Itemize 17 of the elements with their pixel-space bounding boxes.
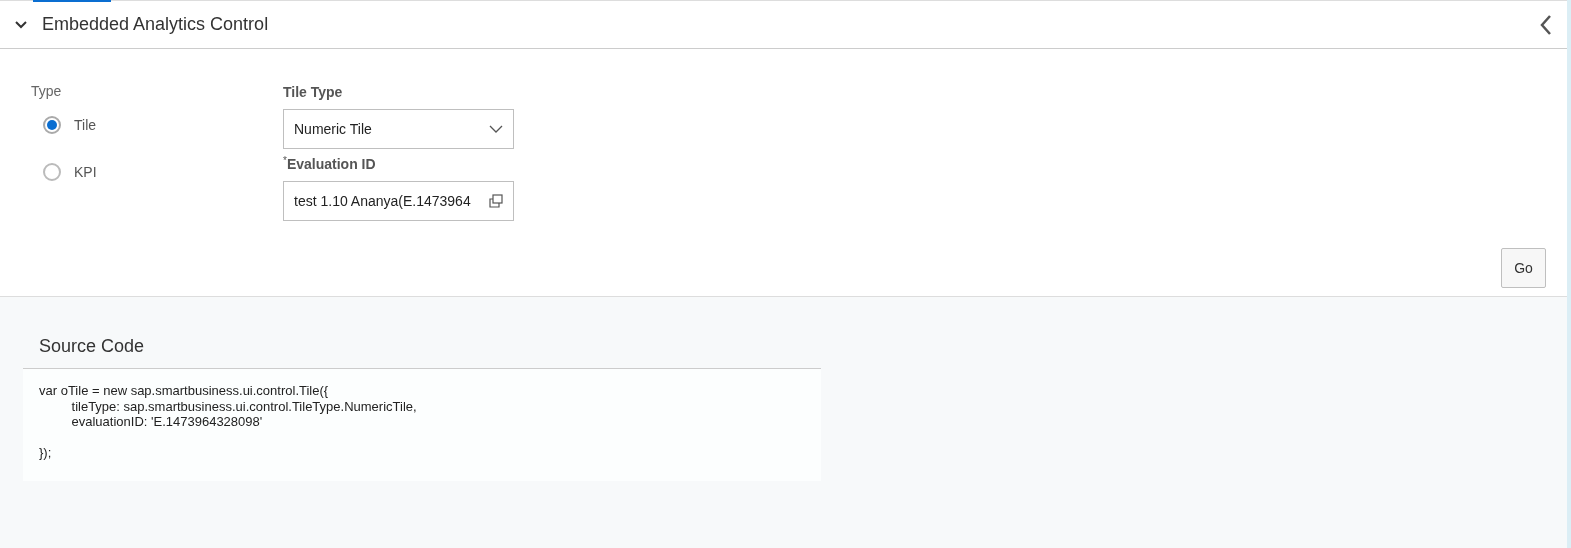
dropdown-icon[interactable] (489, 125, 503, 133)
go-button[interactable]: Go (1501, 248, 1546, 288)
back-icon[interactable] (1539, 13, 1553, 36)
evaluation-id-label: Evaluation ID (286, 156, 376, 172)
type-label: Type (31, 83, 63, 99)
source-code-text: var oTile = new sap.smartbusiness.ui.control.Tile({ tileType: sap.smartbusiness.ui.control.TileType.NumericTile, evaluationID: 'E.1473964328098' }); (38, 382, 418, 463)
tile-type-label: Tile Type (283, 84, 343, 100)
panel-title: Embedded Analytics Control (42, 14, 270, 35)
required-mark: * (283, 155, 287, 166)
radio-button[interactable] (43, 116, 61, 134)
evaluation-id-field[interactable]: test 1.10 Ananya(E.1473964 (283, 181, 514, 221)
radio-label: KPI (74, 164, 97, 180)
radio-button[interactable] (43, 163, 61, 181)
tile-type-dropdown[interactable]: Numeric Tile (283, 109, 514, 149)
source-code-title: Source Code (23, 324, 821, 369)
copy-icon[interactable] (489, 194, 503, 208)
radio-label: Tile (74, 117, 97, 133)
